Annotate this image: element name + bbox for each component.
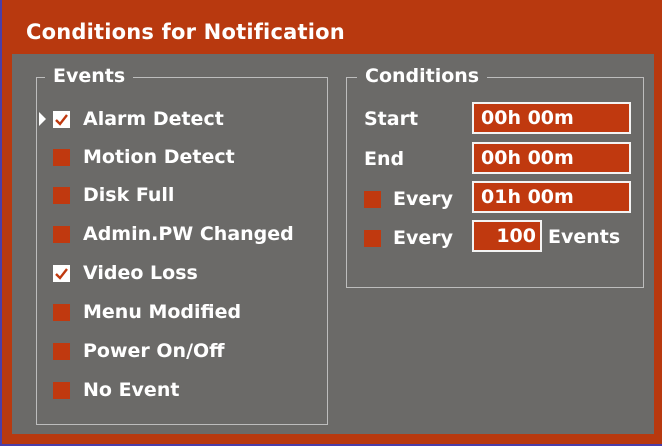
- checkbox-unchecked-icon[interactable]: [53, 342, 70, 360]
- dialog-title: Conditions for Notification: [26, 20, 345, 44]
- dialog-panel: Events Alarm Detect Motion Detect Disk F…: [12, 54, 654, 434]
- event-video-loss[interactable]: Video Loss: [53, 258, 198, 288]
- checkbox-unchecked-icon[interactable]: [53, 303, 70, 321]
- checkbox-unchecked-icon[interactable]: [53, 186, 70, 204]
- every-interval-field[interactable]: 01h 00m: [472, 181, 631, 213]
- checkbox-unchecked-icon[interactable]: [53, 148, 70, 166]
- end-label: End: [364, 148, 405, 170]
- end-time-field[interactable]: 00h 00m: [472, 142, 631, 174]
- checkbox-checked-icon[interactable]: [53, 110, 70, 128]
- event-power-on-off[interactable]: Power On/Off: [53, 336, 225, 366]
- event-label: No Event: [83, 379, 180, 401]
- event-label: Power On/Off: [83, 340, 225, 362]
- checkbox-unchecked-icon[interactable]: [364, 229, 381, 247]
- events-group: Events Alarm Detect Motion Detect Disk F…: [36, 65, 328, 425]
- event-label: Video Loss: [83, 262, 198, 284]
- checkbox-unchecked-icon[interactable]: [53, 225, 70, 243]
- start-label: Start: [364, 108, 419, 130]
- every-time-toggle[interactable]: Every: [364, 188, 453, 210]
- event-label: Disk Full: [83, 184, 175, 206]
- event-label: Motion Detect: [83, 146, 235, 168]
- conditions-legend: Conditions: [357, 65, 488, 87]
- events-legend: Events: [45, 65, 134, 87]
- event-label: Admin.PW Changed: [83, 223, 294, 245]
- event-menu-modified[interactable]: Menu Modified: [53, 297, 241, 327]
- every-time-label: Every: [393, 188, 454, 210]
- selection-arrow-icon: [39, 112, 46, 126]
- event-alarm-detect[interactable]: Alarm Detect: [39, 104, 224, 134]
- event-admin-pw-changed[interactable]: Admin.PW Changed: [53, 219, 294, 249]
- checkbox-checked-icon[interactable]: [53, 264, 70, 282]
- events-suffix-label: Events: [548, 226, 621, 248]
- every-events-label: Every: [393, 227, 454, 249]
- conditions-group: Conditions Start 00h 00m End 00h 00m Eve…: [346, 65, 644, 288]
- event-no-event[interactable]: No Event: [53, 375, 179, 405]
- start-time-field[interactable]: 00h 00m: [472, 102, 631, 134]
- event-motion-detect[interactable]: Motion Detect: [53, 142, 235, 172]
- notification-dialog: Conditions for Notification Events Alarm…: [0, 0, 662, 446]
- event-disk-full[interactable]: Disk Full: [53, 180, 174, 210]
- event-label: Alarm Detect: [83, 108, 224, 130]
- every-events-count-field[interactable]: 100: [472, 220, 542, 252]
- every-events-toggle[interactable]: Every: [364, 227, 453, 249]
- checkbox-unchecked-icon[interactable]: [364, 190, 381, 208]
- event-label: Menu Modified: [83, 301, 242, 323]
- checkbox-unchecked-icon[interactable]: [53, 381, 70, 399]
